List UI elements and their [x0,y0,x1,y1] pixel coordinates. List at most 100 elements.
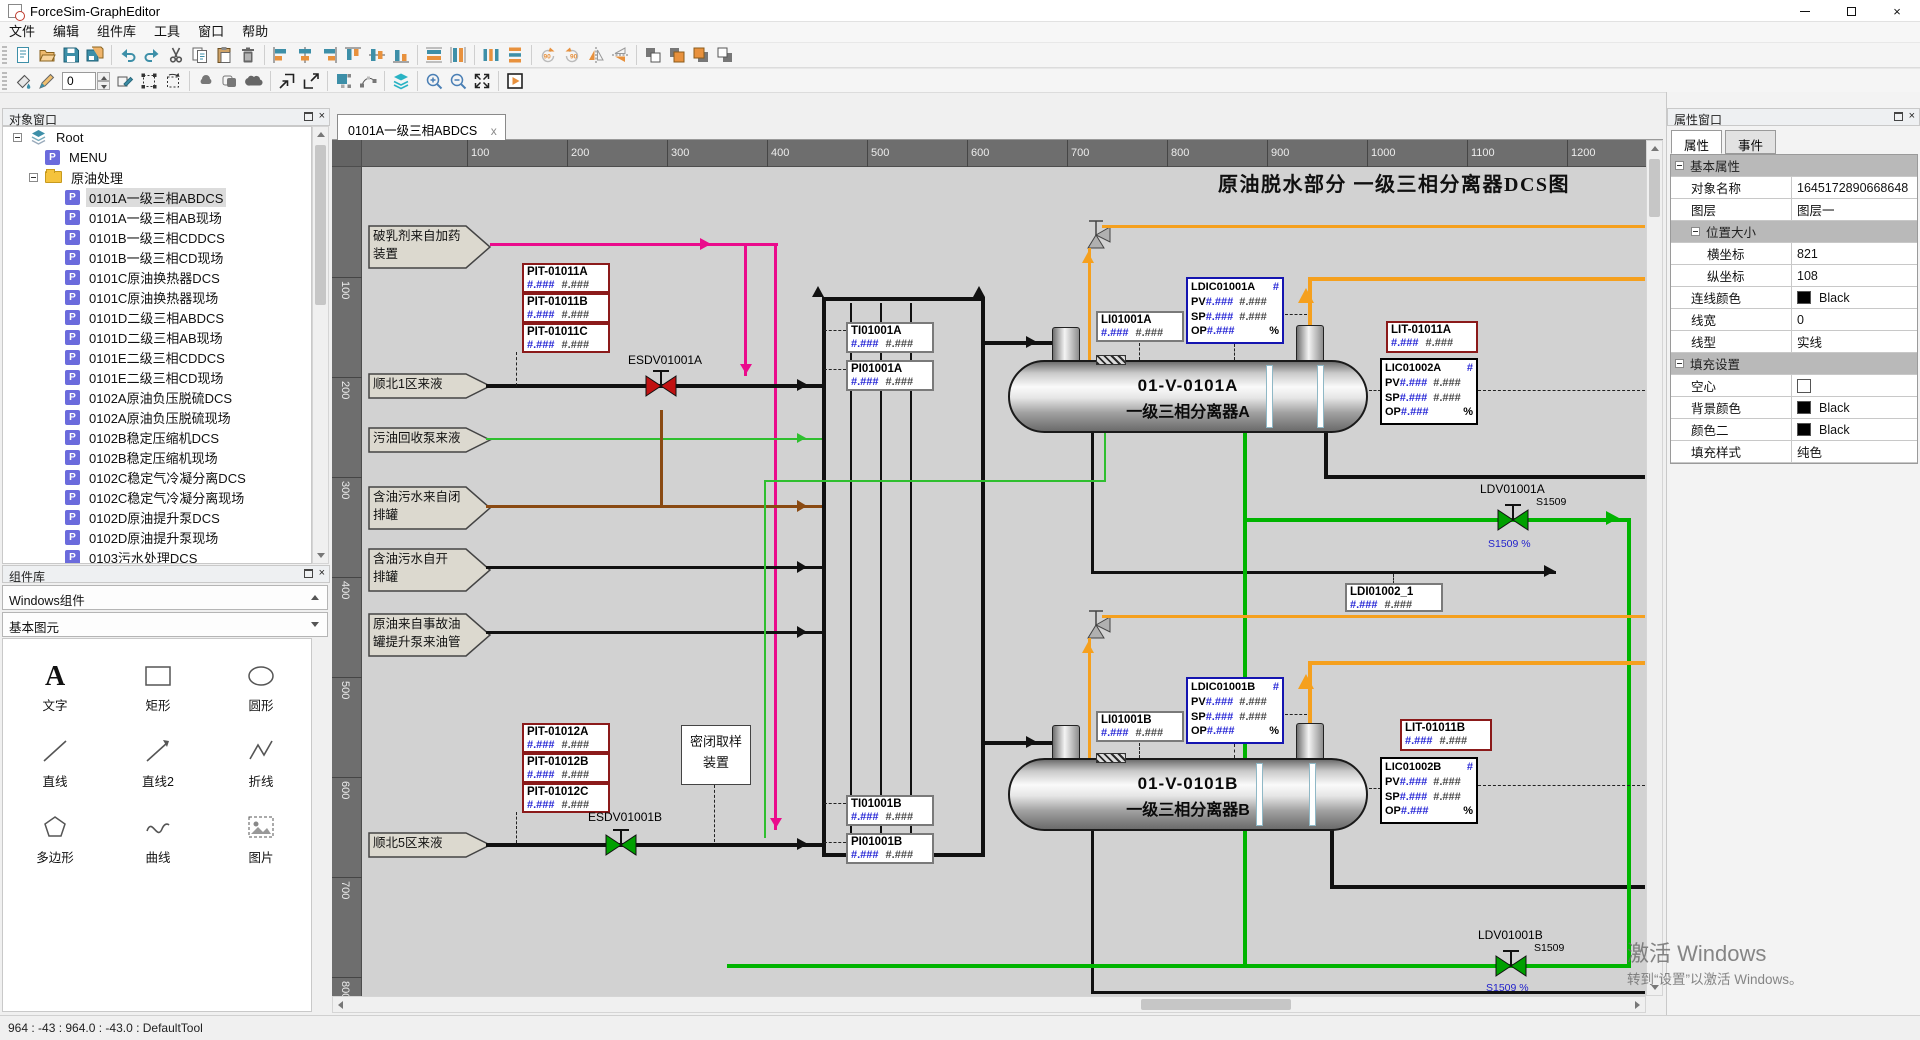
tree-item-17[interactable]: P0102D原油提升泵现场 [3,527,311,547]
canvas-vscrollbar[interactable] [1646,140,1663,996]
distribute-v-icon[interactable] [504,44,526,66]
tab-0101A[interactable]: 0101A一级三相ABDCS x [337,114,506,140]
checkbox[interactable] [1797,379,1811,393]
indicator-LI01001B[interactable]: LI01001B #.####.### [1096,711,1184,742]
align-right-icon[interactable] [318,44,340,66]
scroll-right-icon[interactable] [1630,997,1645,1012]
prop-value-4[interactable]: 821 [1792,243,1917,264]
prop-group-9[interactable]: 填充设置 [1671,353,1917,375]
same-width-icon[interactable] [423,44,445,66]
shape-文字[interactable]: A 文字 [5,651,105,721]
float-panel-icon[interactable] [304,112,313,121]
save-all-icon[interactable] [84,44,106,66]
toolbar-grip[interactable] [2,72,7,90]
indicator-TI01001A[interactable]: TI01001A #.####.### [846,322,934,353]
distribute-h-icon[interactable] [480,44,502,66]
drawing-canvas[interactable]: 原油脱水部分 一级三相分离器DCS图 破乳剂来自加药装置 顺北1区来液 污油回收… [332,140,1646,996]
toolbar-grip[interactable] [2,46,7,64]
prop-value-10[interactable] [1792,375,1917,396]
canvas-vscroll-thumb[interactable] [1649,159,1660,217]
line-color-icon[interactable] [36,70,58,92]
vessel-01-V-0101A[interactable]: 01-V-0101A 一级三相分离器A [1008,360,1368,433]
indicator-PIT-01011A[interactable]: PIT-01011A #.####.### [522,263,610,293]
select-bounds-icon[interactable] [138,70,160,92]
prop-group-3[interactable]: 位置大小 [1671,221,1917,243]
tree-item-1[interactable]: P0101A一级三相AB现场 [3,207,311,227]
paste-icon[interactable] [213,44,235,66]
same-height-icon[interactable] [447,44,469,66]
valve-LDV01001B[interactable] [1494,944,1528,983]
prop-value-7[interactable]: 0 [1792,309,1917,330]
indicator-PIT-01011C[interactable]: PIT-01011C #.####.### [522,323,610,353]
menu-4[interactable]: 窗口 [189,22,233,42]
tree-item-16[interactable]: P0102D原油提升泵DCS [3,507,311,527]
collapse-icon[interactable] [311,591,319,600]
shape-矩形[interactable]: 矩形 [108,651,208,721]
export-icon[interactable] [300,70,322,92]
prop-value-12[interactable]: Black [1792,419,1917,440]
send-to-back-icon[interactable] [690,44,712,66]
shape-直线2[interactable]: 直线2 [108,727,208,797]
tree-item-5[interactable]: P0101C原油换热器现场 [3,287,311,307]
controller-LDIC01001A[interactable]: LDIC01001A# PV#.####.### SP#.####.### OP… [1186,277,1284,344]
collapse-box-icon[interactable] [1675,359,1684,368]
save-icon[interactable] [60,44,82,66]
shape-blob1-icon[interactable] [195,70,217,92]
collapse-box-icon[interactable] [13,133,22,142]
tree-item-0[interactable]: P0101A一级三相ABDCS [3,187,311,207]
indicator-TI01001B[interactable]: TI01001B #.####.### [846,795,934,826]
tree-item-18[interactable]: P0103污水处理DCS [3,547,311,564]
import-icon[interactable] [276,70,298,92]
tree-item-8[interactable]: P0101E二级三相CDDCS [3,347,311,367]
tree-item-15[interactable]: P0102C稳定气冷凝分离现场 [3,487,311,507]
prop-value-5[interactable]: 108 [1792,265,1917,286]
delete-icon[interactable] [237,44,259,66]
close-button[interactable]: × [1874,0,1920,22]
close-panel-icon[interactable]: × [319,569,325,578]
fill-color-icon[interactable] [12,70,34,92]
indicator-PI01001B[interactable]: PI01001B #.####.### [846,833,934,864]
tree-item-12[interactable]: P0102B稳定压缩机DCS [3,427,311,447]
tree-node-folder[interactable]: 原油处理 [3,167,311,187]
indicator-PIT-01011B[interactable]: PIT-01011B #.####.### [522,293,610,323]
zoom-fit-icon[interactable] [471,70,493,92]
tree-node-menu[interactable]: PMENU [3,147,311,167]
bring-to-front-icon[interactable] [666,44,688,66]
shape-直线[interactable]: 直线 [5,727,105,797]
cut-icon[interactable] [165,44,187,66]
copy-icon[interactable] [189,44,211,66]
run-icon[interactable] [504,70,526,92]
indicator-PIT-01012B[interactable]: PIT-01012B #.####.### [522,753,610,783]
valve-ESDV01001B[interactable] [604,823,638,862]
float-panel-icon[interactable] [304,569,313,578]
sample-device-box[interactable]: 密闭取样装置 [681,725,751,785]
float-panel-icon[interactable] [1894,112,1903,121]
tree-item-10[interactable]: P0102A原油负压脱硫DCS [3,387,311,407]
zoom-in-icon[interactable] [423,70,445,92]
shape-多边形[interactable]: 多边形 [5,803,105,873]
tree-item-9[interactable]: P0101E二级三相CD现场 [3,367,311,387]
align-bottom-icon[interactable] [390,44,412,66]
indicator-PI01001A[interactable]: PI01001A #.####.### [846,360,934,391]
controller-LIC01002B[interactable]: LIC01002B# PV#.####.### SP#.####.### OP#… [1380,757,1478,824]
controller-LDIC01001B[interactable]: LDIC01001B# PV#.####.### SP#.####.### OP… [1186,677,1284,744]
flip-horizontal-icon[interactable] [585,44,607,66]
scroll-up-icon[interactable] [1647,141,1662,156]
rotate-ccw-90-icon[interactable]: 90 [561,44,583,66]
stream-flag-4[interactable]: 含油污水自开排罐 [368,548,492,597]
scroll-left-icon[interactable] [333,997,348,1012]
close-panel-icon[interactable]: × [319,112,325,121]
line-width-spinner[interactable]: 0 [62,72,110,90]
spinner-up-icon[interactable] [97,72,110,81]
tree-item-7[interactable]: P0101D二级三相AB现场 [3,327,311,347]
relief-valve-icon[interactable] [1078,604,1114,645]
expand-icon[interactable] [311,622,319,631]
align-top-icon[interactable] [342,44,364,66]
tree-item-3[interactable]: P0101B一级三相CD现场 [3,247,311,267]
collapse-box-icon[interactable] [1675,161,1684,170]
stream-flag-3[interactable]: 含油污水来自闭排罐 [368,486,492,535]
align-left-icon[interactable] [270,44,292,66]
tree-item-13[interactable]: P0102B稳定压缩机现场 [3,447,311,467]
flip-vertical-icon[interactable] [609,44,631,66]
collapse-box-icon[interactable] [1691,227,1700,236]
